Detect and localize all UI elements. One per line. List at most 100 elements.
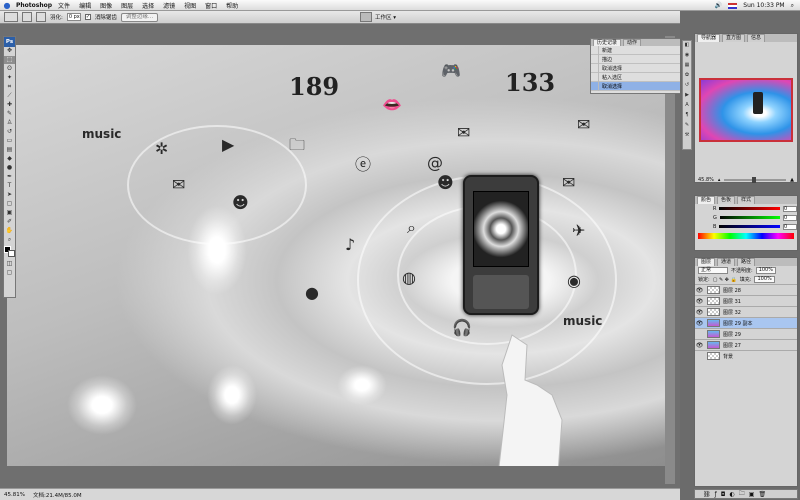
quick-mask-icon[interactable]: ◫ [4, 260, 15, 268]
history-item[interactable]: 粘入选区 [591, 72, 681, 82]
zoom-out-icon[interactable]: ▴ [718, 177, 721, 183]
layer-row[interactable]: 👁 图层 27 [695, 339, 797, 350]
menu-view[interactable]: 视图 [184, 1, 196, 10]
move-tool-icon[interactable]: ✥ [4, 47, 15, 55]
history-icon[interactable]: ↺ [683, 81, 691, 90]
antialias-checkbox[interactable]: ✓ [84, 14, 91, 20]
actions-icon[interactable]: ▶ [683, 91, 691, 100]
marquee-tool-icon[interactable]: ⬚ [4, 56, 15, 64]
visibility-eye-icon[interactable]: 👁 [695, 342, 704, 349]
history-brush-cell[interactable] [591, 81, 599, 91]
channel-r-slider[interactable] [719, 207, 780, 210]
healing-tool-icon[interactable]: ✚ [4, 101, 15, 109]
menu-file[interactable]: 文件 [58, 1, 70, 10]
document-canvas[interactable]: 189 133 🎮 👄 ✉ ✉ ▶ 🗀 ✲ ⓔ @ ☻ ✉ ☻ ✉ ✈ ⌕ ♪ … [7, 45, 665, 466]
channel-b-slider[interactable] [719, 225, 780, 228]
layer-style-icon[interactable]: ƒ [715, 491, 717, 498]
history-brush-cell[interactable] [591, 63, 599, 73]
color-swatches[interactable] [4, 246, 15, 258]
zoom-tool-icon[interactable]: ⌕ [4, 236, 15, 244]
tool-preset-picker[interactable] [4, 12, 18, 22]
tool-presets-icon[interactable]: ⚒ [683, 131, 691, 140]
tab-actions[interactable]: 动作 [623, 39, 642, 46]
tab-styles[interactable]: 样式 [737, 196, 756, 204]
pen-tool-icon[interactable]: ✒ [4, 173, 15, 181]
layer-row[interactable]: 👁 图层 32 [695, 306, 797, 317]
menu-layer[interactable]: 图层 [121, 1, 133, 10]
ps-logo[interactable]: Ps [4, 37, 15, 47]
opacity-input[interactable]: 100% [755, 267, 776, 274]
menu-edit[interactable]: 编辑 [79, 1, 91, 10]
background-color[interactable] [8, 250, 15, 257]
clock[interactable]: Sun 10:33 PM [743, 2, 784, 9]
canvas-scrollbar[interactable] [665, 36, 675, 484]
tab-color[interactable]: 颜色 [697, 196, 716, 204]
type-tool-icon[interactable]: T [4, 182, 15, 190]
path-select-icon[interactable]: ➤ [4, 191, 15, 199]
add-mask-icon[interactable]: ◘ [721, 491, 726, 498]
nav-zoom-value[interactable]: 45.8% [698, 177, 714, 183]
menu-app-name[interactable]: Photoshop [16, 2, 52, 9]
history-brush-cell[interactable] [591, 54, 599, 64]
new-selection-icon[interactable] [22, 12, 32, 22]
hand-tool-icon[interactable]: ✋ [4, 227, 15, 235]
history-item[interactable]: 描边 [591, 54, 681, 64]
menu-help[interactable]: 帮助 [226, 1, 238, 10]
visibility-eye-icon[interactable]: 👁 [695, 287, 704, 294]
channel-r-input[interactable]: 0 [783, 205, 797, 212]
stamp-tool-icon[interactable]: ♙ [4, 119, 15, 127]
character-icon[interactable]: A [683, 101, 691, 110]
refine-edge-button[interactable]: 调整边缘... [120, 12, 159, 22]
color-icon[interactable]: ◉ [683, 51, 691, 60]
brush-tool-icon[interactable]: ✎ [4, 110, 15, 118]
history-brush-icon[interactable]: ↺ [4, 128, 15, 136]
layer-row[interactable]: 背景 [695, 350, 797, 361]
adjustment-layer-icon[interactable]: ◐ [730, 491, 735, 498]
channel-b-input[interactable]: 0 [783, 223, 797, 230]
fill-input[interactable]: 100% [754, 276, 775, 283]
screen-mode-icon[interactable]: ▢ [4, 269, 15, 277]
channel-g-slider[interactable] [719, 216, 780, 219]
menu-filter[interactable]: 滤镜 [163, 1, 175, 10]
spotlight-icon[interactable]: ⌕ [791, 2, 794, 10]
lock-icon[interactable]: ▢ ✎ ✥ 🔒 [713, 277, 737, 283]
tab-swatches[interactable]: 色板 [717, 196, 736, 204]
gradient-tool-icon[interactable]: ▤ [4, 146, 15, 154]
visibility-eye-icon[interactable]: 👁 [695, 298, 704, 305]
delete-layer-icon[interactable]: 🗑 [758, 491, 766, 498]
shape-tool-icon[interactable]: ▢ [4, 200, 15, 208]
feather-input[interactable]: 0 px [66, 13, 81, 21]
styles-icon[interactable]: ✿ [683, 71, 691, 80]
zoom-in-icon[interactable]: ▲ [790, 177, 794, 183]
doc-size[interactable]: 文档:21.4M/85.0M [33, 491, 82, 499]
magic-wand-tool-icon[interactable]: ✦ [4, 74, 15, 82]
tab-histogram[interactable]: 直方图 [722, 34, 746, 42]
input-flag-icon[interactable] [728, 2, 738, 9]
tab-channels[interactable]: 通道 [717, 258, 736, 266]
visibility-eye-icon[interactable]: 👁 [695, 320, 704, 327]
paragraph-icon[interactable]: ¶ [683, 111, 691, 120]
swatches-icon[interactable]: ▦ [683, 61, 691, 70]
history-brush-cell[interactable] [591, 45, 599, 55]
slice-tool-icon[interactable]: ⟋ [4, 92, 15, 100]
notes-tool-icon[interactable]: ▣ [4, 209, 15, 217]
apple-menu-icon[interactable]: ● [0, 1, 14, 10]
layer-row[interactable]: 图层 29 [695, 328, 797, 339]
link-layers-icon[interactable]: ⛓ [703, 491, 711, 498]
zoom-readout[interactable]: 45.81% [4, 492, 25, 498]
history-item[interactable]: 取消选择 [591, 63, 681, 73]
tab-layers[interactable]: 图层 [697, 258, 716, 266]
menu-image[interactable]: 图像 [100, 1, 112, 10]
layer-row[interactable]: 👁 图层 29 副本 [695, 317, 797, 328]
blur-tool-icon[interactable]: ◆ [4, 155, 15, 163]
layer-row[interactable]: 👁 图层 28 [695, 284, 797, 295]
dodge-tool-icon[interactable]: ● [4, 164, 15, 172]
channel-g-input[interactable]: 0 [783, 214, 797, 221]
menu-window[interactable]: 窗口 [205, 1, 217, 10]
tab-paths[interactable]: 路径 [737, 258, 756, 266]
navigator-thumbnail[interactable] [699, 78, 793, 142]
history-brush-cell[interactable] [591, 72, 599, 82]
layer-row[interactable]: 👁 图层 31 [695, 295, 797, 306]
tab-info[interactable]: 信息 [747, 34, 766, 42]
brushes-icon[interactable]: ✎ [683, 121, 691, 130]
